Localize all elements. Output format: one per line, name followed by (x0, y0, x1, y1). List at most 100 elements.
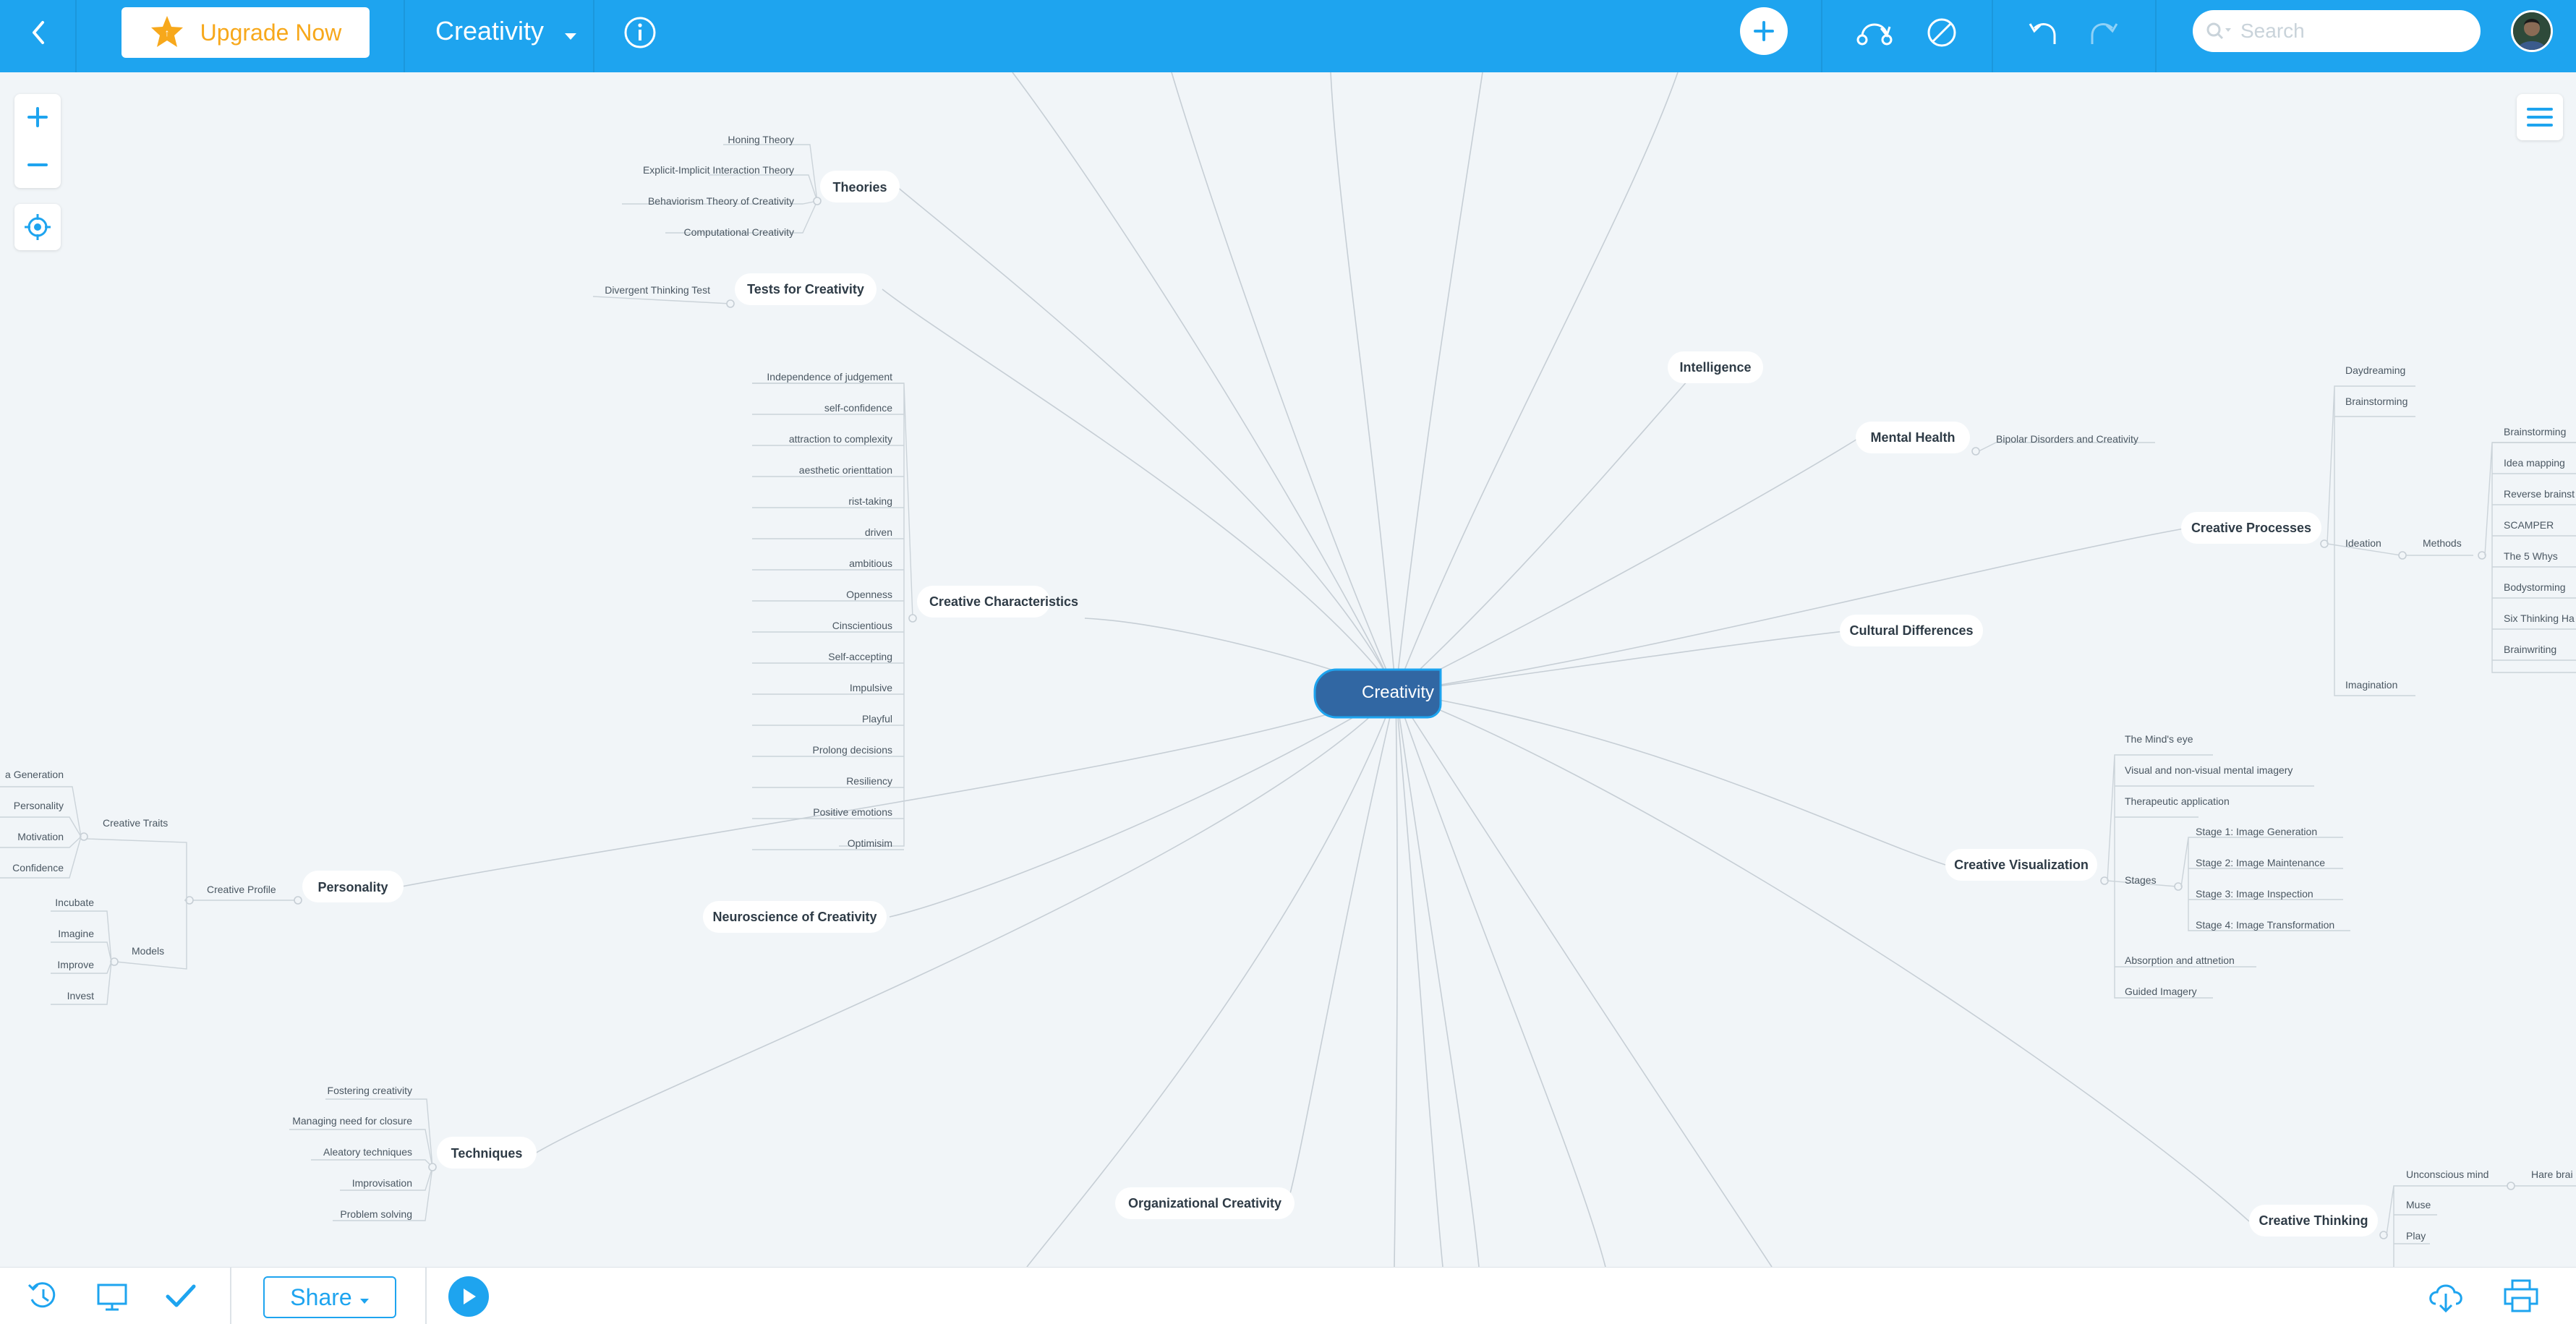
info-icon[interactable] (622, 14, 658, 51)
list-item[interactable]: Guided Imagery (2125, 986, 2197, 997)
list-item[interactable]: Motivation (17, 831, 64, 842)
topic-creative-characteristics[interactable]: Creative Characteristics Independence of… (752, 371, 1078, 850)
menu-icon[interactable] (2517, 94, 2563, 140)
creative-traits[interactable]: Creative Traits (103, 817, 168, 829)
list-item[interactable]: Stage 3: Image Inspection (2196, 888, 2313, 900)
list-item[interactable]: Imagination (2345, 679, 2397, 691)
list-item[interactable]: Stages (2125, 874, 2157, 886)
list-item[interactable]: Therapeutic application (2125, 795, 2230, 807)
list-item[interactable]: Divergent Thinking Test (605, 284, 710, 296)
list-item[interactable]: Problem solving (340, 1208, 412, 1220)
list-item[interactable]: The Mind's eye (2125, 733, 2193, 745)
list-item[interactable]: Impulsive (850, 682, 892, 693)
list-item[interactable]: Cinscientious (832, 620, 892, 631)
list-item[interactable]: driven (865, 526, 892, 538)
topic-tests-for-creativity[interactable]: Tests for Creativity Divergent Thinking … (592, 273, 877, 308)
list-item[interactable]: Confidence (12, 862, 64, 874)
topic-neuroscience[interactable]: Neuroscience of Creativity (703, 901, 887, 933)
list-item[interactable]: Resiliency (846, 775, 892, 787)
play-icon[interactable] (448, 1276, 489, 1317)
document-title-dropdown[interactable]: Creativity (435, 16, 577, 48)
list-item[interactable]: Brainstorming (2504, 426, 2566, 437)
list-item[interactable]: Daydreaming (2345, 364, 2405, 376)
creative-profile[interactable]: Creative Profile (207, 884, 276, 895)
topic-personality[interactable]: Personality Creative Profile Creative Tr… (0, 769, 404, 1005)
list-item[interactable]: Positive emotions (813, 806, 892, 818)
list-item[interactable]: aesthetic orienttation (799, 464, 892, 476)
add-topic-icon[interactable] (1740, 7, 1788, 55)
list-item[interactable]: Bodystorming (2504, 581, 2566, 593)
list-item[interactable]: Openness (846, 589, 892, 600)
list-item[interactable]: Stage 1: Image Generation (2196, 826, 2317, 837)
list-item[interactable]: Playful (862, 713, 892, 725)
topic-organizational-creativity[interactable]: Organizational Creativity (1115, 1187, 1295, 1219)
list-item[interactable]: Aleatory techniques (323, 1146, 412, 1158)
history-icon[interactable] (26, 1281, 61, 1312)
list-item[interactable]: Computational Creativity (683, 226, 794, 238)
methods[interactable]: Methods (2423, 537, 2462, 549)
cloud-download-icon[interactable] (2426, 1278, 2466, 1314)
list-item[interactable]: rist-taking (848, 495, 892, 507)
list-item[interactable]: Visual and non-visual mental imagery (2125, 764, 2293, 776)
list-item[interactable]: Hare brai (2531, 1169, 2573, 1180)
list-item[interactable]: attraction to complexity (789, 433, 892, 445)
topic-creative-thinking[interactable]: Creative Thinking Unconscious mind Muse … (2249, 1169, 2576, 1273)
upgrade-button[interactable]: ↑ Upgrade Now (121, 7, 370, 58)
list-item[interactable]: Explicit-Implicit Interaction Theory (643, 164, 794, 176)
list-item[interactable]: Prolong decisions (812, 744, 892, 756)
topic-theories[interactable]: Theories Honing Theory Explicit-Implicit… (622, 134, 900, 238)
list-item[interactable]: Brainwriting (2504, 644, 2556, 655)
list-item[interactable]: The 5 Whys (2504, 550, 2558, 562)
checkmark-icon[interactable] (163, 1281, 198, 1312)
list-item[interactable]: Play (2406, 1230, 2426, 1242)
presentation-icon[interactable] (95, 1281, 130, 1312)
boundary-icon[interactable] (1924, 14, 1960, 51)
list-item[interactable]: Fostering creativity (328, 1085, 412, 1096)
list-item[interactable]: Stage 2: Image Maintenance (2196, 857, 2325, 868)
list-item[interactable]: Reverse brainst (2504, 488, 2575, 500)
relationship-icon[interactable] (1854, 14, 1895, 51)
topic-cultural-differences[interactable]: Cultural Differences (1840, 615, 1983, 646)
list-item[interactable]: Muse (2406, 1199, 2431, 1210)
list-item[interactable]: Absorption and attnetion (2125, 954, 2235, 966)
redo-icon[interactable] (2086, 14, 2122, 51)
list-item[interactable]: a Generation (5, 769, 64, 780)
topic-creative-processes[interactable]: Creative Processes Daydreaming Brainstor… (2181, 364, 2576, 696)
topic-mental-health[interactable]: Mental Health Bipolar Disorders and Crea… (1856, 422, 2155, 456)
locate-icon[interactable] (14, 204, 61, 250)
list-item[interactable]: Stage 4: Image Transformation (2196, 919, 2334, 931)
print-icon[interactable] (2502, 1278, 2543, 1314)
list-item[interactable]: Self-accepting (828, 651, 892, 662)
list-item[interactable]: Six Thinking Ha (2504, 612, 2575, 624)
topic-techniques[interactable]: Techniques Fostering creativity Managing… (289, 1085, 537, 1221)
back-icon[interactable] (22, 16, 55, 49)
topic-intelligence[interactable]: Intelligence (1668, 351, 1763, 383)
mind-map-canvas[interactable]: Creativity Theories Honing Theory Explic… (0, 0, 2576, 1323)
undo-icon[interactable] (2025, 14, 2061, 51)
list-item[interactable]: Honing Theory (728, 134, 794, 145)
topic-creative-visualization[interactable]: Creative Visualization The Mind's eye Vi… (1945, 733, 2350, 999)
list-item[interactable]: Behaviorism Theory of Creativity (648, 195, 794, 207)
zoom-in-icon[interactable] (14, 94, 61, 140)
list-item[interactable]: Idea mapping (2504, 457, 2565, 469)
list-item[interactable]: Imagine (58, 928, 94, 939)
list-item[interactable]: SCAMPER (2504, 519, 2554, 531)
list-item[interactable]: Personality (14, 800, 64, 811)
share-button[interactable]: Share (263, 1276, 396, 1318)
list-item[interactable]: Unconscious mind (2406, 1169, 2488, 1180)
list-item[interactable]: Ideation (2345, 537, 2381, 549)
search-box[interactable] (2193, 10, 2481, 52)
list-item[interactable]: Improvisation (352, 1177, 412, 1189)
list-item[interactable]: self-confidence (824, 402, 892, 414)
list-item[interactable]: Brainstorming (2345, 396, 2407, 407)
zoom-out-icon[interactable] (14, 142, 61, 188)
list-item[interactable]: Improve (57, 959, 94, 970)
search-input[interactable] (2239, 19, 2452, 43)
root-topic[interactable]: Creativity (1313, 668, 1442, 719)
list-item[interactable]: Independence of judgement (767, 371, 892, 383)
list-item[interactable]: ambitious (849, 558, 892, 569)
list-item[interactable]: Bipolar Disorders and Creativity (1996, 433, 2138, 445)
models[interactable]: Models (132, 945, 164, 957)
list-item[interactable]: Managing need for closure (292, 1115, 412, 1127)
avatar[interactable] (2511, 10, 2553, 52)
